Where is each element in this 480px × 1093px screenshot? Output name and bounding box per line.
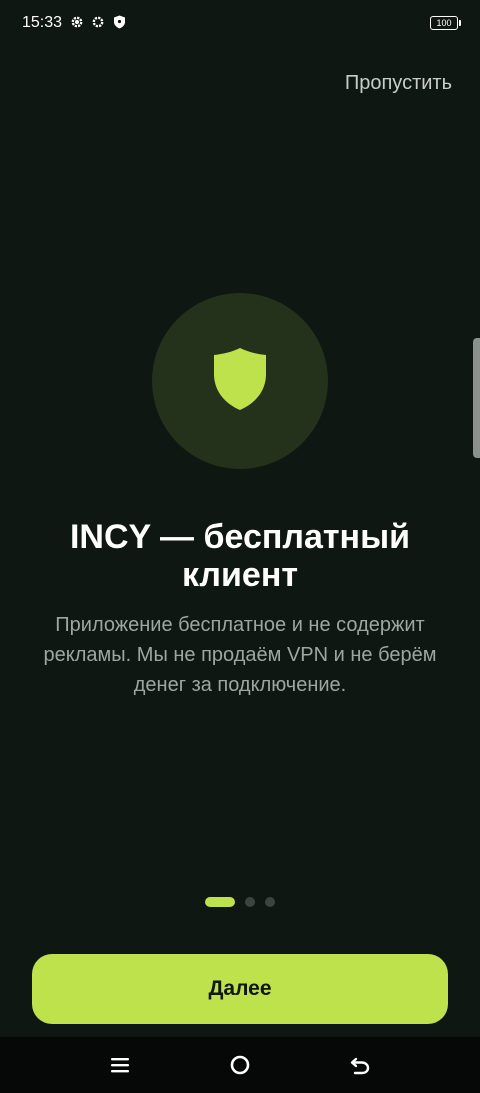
settings-icon [70,15,84,29]
home-icon[interactable] [228,1053,252,1077]
settings-icon [91,15,105,29]
status-bar: 15:33 100 [0,0,480,46]
page-dot-active [205,897,235,907]
shield-icon [212,346,268,417]
skip-button[interactable]: Пропустить [345,72,452,95]
next-button[interactable]: Далее [32,954,448,1024]
page-dot [265,897,275,907]
page-dot [245,897,255,907]
edge-panel-handle[interactable] [473,338,480,458]
onboarding-screen: 15:33 100 Пропустить INCY — бесплатный к… [0,0,480,1093]
page-indicator [205,897,275,907]
battery-indicator: 100 [430,16,461,30]
status-time: 15:33 [22,14,63,31]
onboarding-title: INCY — бесплатный клиент [69,518,411,594]
hero-illustration [152,293,328,469]
system-nav-bar [0,1037,480,1093]
menu-icon[interactable] [108,1053,132,1077]
shield-icon [112,15,126,29]
back-icon[interactable] [348,1053,372,1077]
onboarding-description: Приложение бесплатное и не содержит рекл… [43,614,437,696]
